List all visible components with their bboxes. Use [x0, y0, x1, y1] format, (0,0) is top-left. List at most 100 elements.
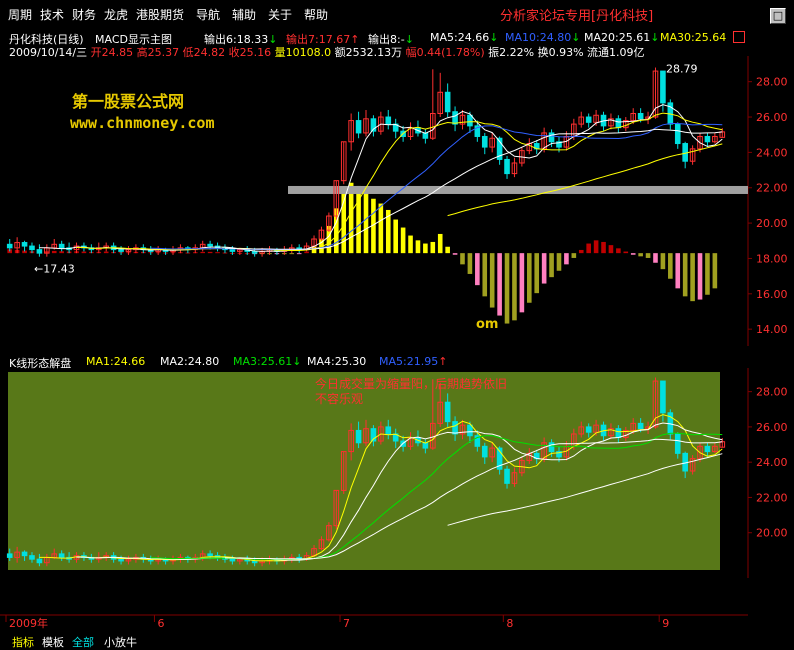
sub-ma2-value: MA2:24.80 [160, 355, 220, 368]
macd-bar [482, 253, 488, 297]
macd-bar [712, 253, 718, 289]
tab-template[interactable]: 模板 [42, 634, 64, 650]
main-candle [444, 91, 451, 113]
macd-bar [705, 253, 710, 295]
macd-bar [356, 185, 361, 254]
sub-candle [467, 424, 473, 437]
main-y-tick-label: 20.00 [756, 217, 788, 230]
macd-bar [59, 251, 64, 254]
macd-bar [586, 243, 591, 254]
macd-bar [645, 253, 651, 258]
watermark-title: 第一股票公式网 [72, 92, 185, 111]
sub-candle [118, 558, 124, 562]
tab-xiaofangniu[interactable]: 小放牛 [104, 634, 137, 650]
macd-bar [393, 219, 398, 254]
macd-bar [437, 233, 443, 254]
macd-bar [304, 251, 309, 254]
ma5-value: MA5:24.66↓ [430, 31, 499, 44]
macd-bar [534, 253, 540, 294]
main-y-tick-label: 28.00 [756, 76, 788, 89]
time-tick-label: 2009年 [9, 616, 48, 630]
main-y-tick-label: 26.00 [756, 111, 788, 124]
sub-ma4-value: MA4:25.30 [307, 355, 367, 368]
high-price-marker: 28.79 [666, 63, 698, 76]
menu-item-dragon-tiger[interactable]: 龙虎 [104, 6, 128, 23]
macd-bar [467, 253, 473, 274]
sub-candle [385, 426, 392, 435]
sub-candle [452, 421, 458, 435]
sub-candle [355, 429, 362, 444]
sub-candle [251, 560, 258, 564]
sub-candle [58, 553, 65, 558]
forum-banner: 分析家论坛专用[丹化科技] [500, 9, 654, 24]
menu-item-tools[interactable]: 辅助 [232, 6, 256, 23]
main-candle [585, 116, 592, 123]
macd-bar [630, 253, 636, 255]
sub-candle [585, 426, 592, 433]
macd-bar [363, 190, 369, 254]
main-candle [207, 243, 213, 247]
macd-bar [475, 253, 480, 286]
sub-ma1-value: MA1:24.66 [86, 355, 146, 368]
menu-item-period[interactable]: 周期 [8, 6, 32, 23]
macd-bar [668, 253, 673, 279]
time-tick-label: 6 [157, 617, 164, 630]
time-tick-label: 8 [506, 617, 513, 630]
sub-candle [504, 468, 510, 484]
macd-bar [81, 251, 87, 254]
sub-candle [444, 401, 451, 423]
ma30-value: MA30:25.64 [660, 31, 727, 44]
macd-bar [51, 250, 57, 254]
menu-item-about[interactable]: 关于 [268, 6, 292, 23]
macd-bar [415, 240, 421, 254]
main-candle [452, 111, 458, 125]
macd-bar [541, 253, 547, 284]
main-candle [615, 118, 622, 129]
macd-bar [556, 253, 562, 271]
sub-y-tick-label: 24.00 [756, 456, 788, 469]
macd-bar [200, 251, 206, 254]
macd-bar [675, 253, 681, 289]
macd-bar [519, 253, 525, 313]
menu-item-nav[interactable]: 导航 [196, 6, 220, 23]
panel-settings-icon[interactable] [733, 31, 745, 43]
time-tick-label: 7 [343, 617, 350, 630]
macd-bar [215, 252, 220, 254]
maximize-button[interactable]: □ [770, 8, 786, 24]
main-candle [58, 243, 65, 249]
macd-bar [549, 253, 554, 278]
macd-bar [504, 253, 510, 324]
resistance-band [288, 185, 748, 194]
sub-candle [660, 380, 666, 414]
menu-item-finance[interactable]: 财务 [72, 6, 96, 23]
menu-item-technical[interactable]: 技术 [40, 6, 64, 23]
macd-bar [378, 203, 384, 254]
macd-bar [512, 253, 517, 321]
main-candle [637, 112, 644, 120]
main-candle [481, 135, 488, 148]
menu-item-help[interactable]: 帮助 [304, 6, 328, 23]
main-candle [229, 249, 236, 252]
macd-bar [578, 249, 584, 254]
macd-bar [423, 243, 428, 254]
commentary-line-2: 不容乐观 [315, 391, 363, 406]
macd-bar [638, 253, 643, 257]
main-candle [355, 120, 362, 134]
main-candle [467, 114, 473, 127]
menu-item-hk-futures[interactable]: 港股期货 [136, 6, 184, 23]
macd-bar [623, 251, 629, 254]
sub-candle [229, 558, 236, 562]
sub-candle [615, 428, 622, 438]
macd-bar [697, 253, 703, 300]
tab-indicator[interactable]: 指标 [12, 634, 34, 650]
tab-all[interactable]: 全部 [72, 634, 94, 650]
main-candle [674, 123, 681, 145]
kline-pattern-chart[interactable]: 28.00 26.00 24.00 22.00 20.00 今日成交量为缩量阳，后期趋势… [0, 368, 794, 613]
macd-bar [601, 241, 606, 254]
macd-bar [430, 241, 436, 254]
sub-candle [29, 555, 35, 560]
macd-bar [653, 253, 658, 263]
ma20-value: MA20:25.61↓ [584, 31, 660, 44]
macd-bar [460, 253, 465, 265]
sub-candle [637, 422, 644, 430]
